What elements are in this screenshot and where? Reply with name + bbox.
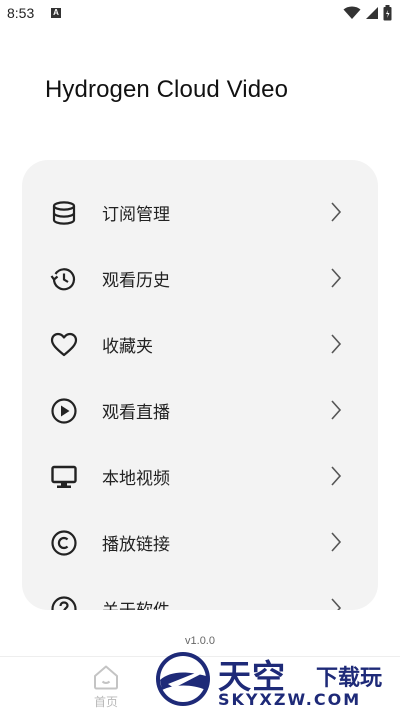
app-title: Hydrogen Cloud Video xyxy=(45,76,289,103)
menu-item-play-link[interactable]: 播放链接 xyxy=(22,509,378,575)
chevron-right-icon xyxy=(331,532,342,552)
status-icons xyxy=(343,5,392,21)
menu-item-label: 收藏夹 xyxy=(102,337,153,357)
heart-icon xyxy=(50,332,78,357)
menu-item-about[interactable]: 关于软件 xyxy=(22,575,378,610)
copyright-icon xyxy=(51,530,77,556)
database-icon xyxy=(52,201,76,225)
menu-item-live[interactable]: 观看直播 xyxy=(22,377,378,443)
menu-item-label: 本地视频 xyxy=(102,469,170,489)
chevron-right-icon xyxy=(331,400,342,420)
monitor-icon xyxy=(51,465,77,488)
watermark-sub-text: 下载玩 xyxy=(316,666,383,691)
watermark: 天空 下载玩 SKYXZW.COM xyxy=(152,648,400,710)
chevron-right-icon xyxy=(331,334,342,354)
chevron-right-icon xyxy=(331,466,342,486)
menu-item-history[interactable]: 观看历史 xyxy=(22,245,378,311)
status-bar: 8:53 A xyxy=(0,0,400,28)
play-circle-icon xyxy=(51,398,77,424)
watermark-url: SKYXZW.COM xyxy=(218,690,362,709)
menu-item-subscriptions[interactable]: 订阅管理 xyxy=(22,179,378,245)
nav-home-label: 首页 xyxy=(93,695,118,709)
status-time: 8:53 xyxy=(7,5,35,21)
menu-item-local-video[interactable]: 本地视频 xyxy=(22,443,378,509)
version-label: v1.0.0 xyxy=(185,635,215,647)
history-icon xyxy=(50,268,76,291)
chevron-right-icon xyxy=(331,268,342,288)
wifi-icon xyxy=(343,6,361,19)
help-icon xyxy=(51,596,77,610)
home-icon xyxy=(94,665,118,690)
menu-item-label: 观看历史 xyxy=(102,271,170,291)
menu-item-label: 观看直播 xyxy=(102,403,170,423)
menu-item-label: 订阅管理 xyxy=(102,205,170,225)
chevron-right-icon xyxy=(331,598,342,610)
nav-home-tab[interactable]: 首页 xyxy=(84,661,128,709)
menu-item-label: 播放链接 xyxy=(102,535,170,555)
battery-icon xyxy=(383,5,392,21)
watermark-logo xyxy=(156,652,210,706)
chevron-right-icon xyxy=(331,202,342,222)
menu-item-label: 关于软件 xyxy=(102,596,170,610)
menu-card: 订阅管理 观看历史 收藏夹 观看直播 本地视频 播放链接 xyxy=(22,160,378,610)
notification-a-icon: A xyxy=(51,8,61,18)
signal-icon xyxy=(366,7,378,19)
menu-item-favorites[interactable]: 收藏夹 xyxy=(22,311,378,377)
